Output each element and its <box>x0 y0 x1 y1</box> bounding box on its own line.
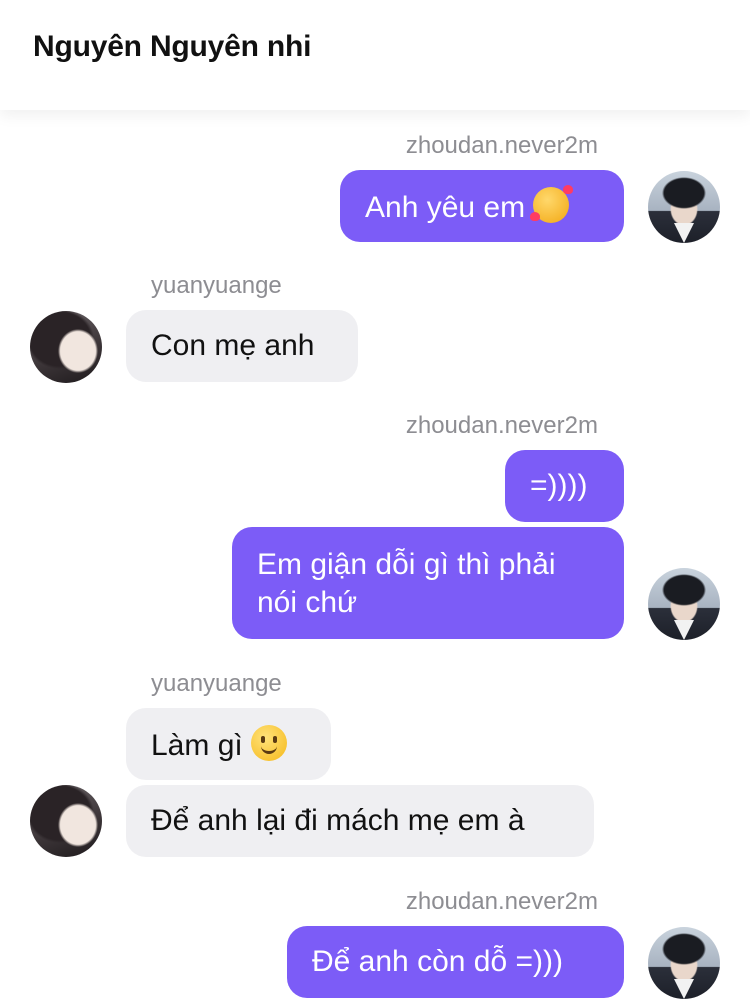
message-bubble-outgoing[interactable]: Anh yêu em <box>340 170 624 242</box>
message-text: Làm gì <box>151 729 243 762</box>
avatar[interactable] <box>648 568 720 640</box>
message-text: Để anh lại đi mách mẹ em à <box>151 804 525 837</box>
avatar[interactable] <box>648 171 720 243</box>
message-text: Con mẹ anh <box>151 329 315 362</box>
slightly-smiling-face-icon <box>250 725 287 761</box>
message-text: Anh yêu em <box>365 191 526 224</box>
message-bubble-incoming[interactable]: Để anh lại đi mách mẹ em à <box>126 785 594 857</box>
message-bubble-outgoing[interactable]: Em giận dỗi gì thì phải nói chứ <box>232 527 624 639</box>
sender-name: zhoudan.never2m <box>405 132 598 159</box>
message-text: =)))) <box>530 469 588 502</box>
chat-header: Nguyên Nguyên nhi <box>0 0 750 110</box>
avatar[interactable] <box>648 927 720 999</box>
sender-name: zhoudan.never2m <box>405 888 598 915</box>
message-text: Để anh còn dỗ =))) <box>312 945 563 978</box>
message-bubble-outgoing[interactable]: =)))) <box>505 450 624 522</box>
avatar[interactable] <box>30 785 102 857</box>
sender-name: zhoudan.never2m <box>405 412 598 439</box>
message-bubble-incoming[interactable]: Con mẹ anh <box>126 310 358 382</box>
message-bubble-incoming[interactable]: Làm gì <box>126 708 331 780</box>
contact-name[interactable]: Nguyên Nguyên nhi <box>33 30 311 64</box>
avatar[interactable] <box>30 311 102 383</box>
smiling-face-with-hearts-icon <box>530 185 574 223</box>
message-bubble-outgoing[interactable]: Để anh còn dỗ =))) <box>287 926 624 998</box>
sender-name: yuanyuange <box>151 670 282 697</box>
sender-name: yuanyuange <box>151 272 282 299</box>
message-text: Em giận dỗi gì thì phải nói chứ <box>257 548 556 619</box>
